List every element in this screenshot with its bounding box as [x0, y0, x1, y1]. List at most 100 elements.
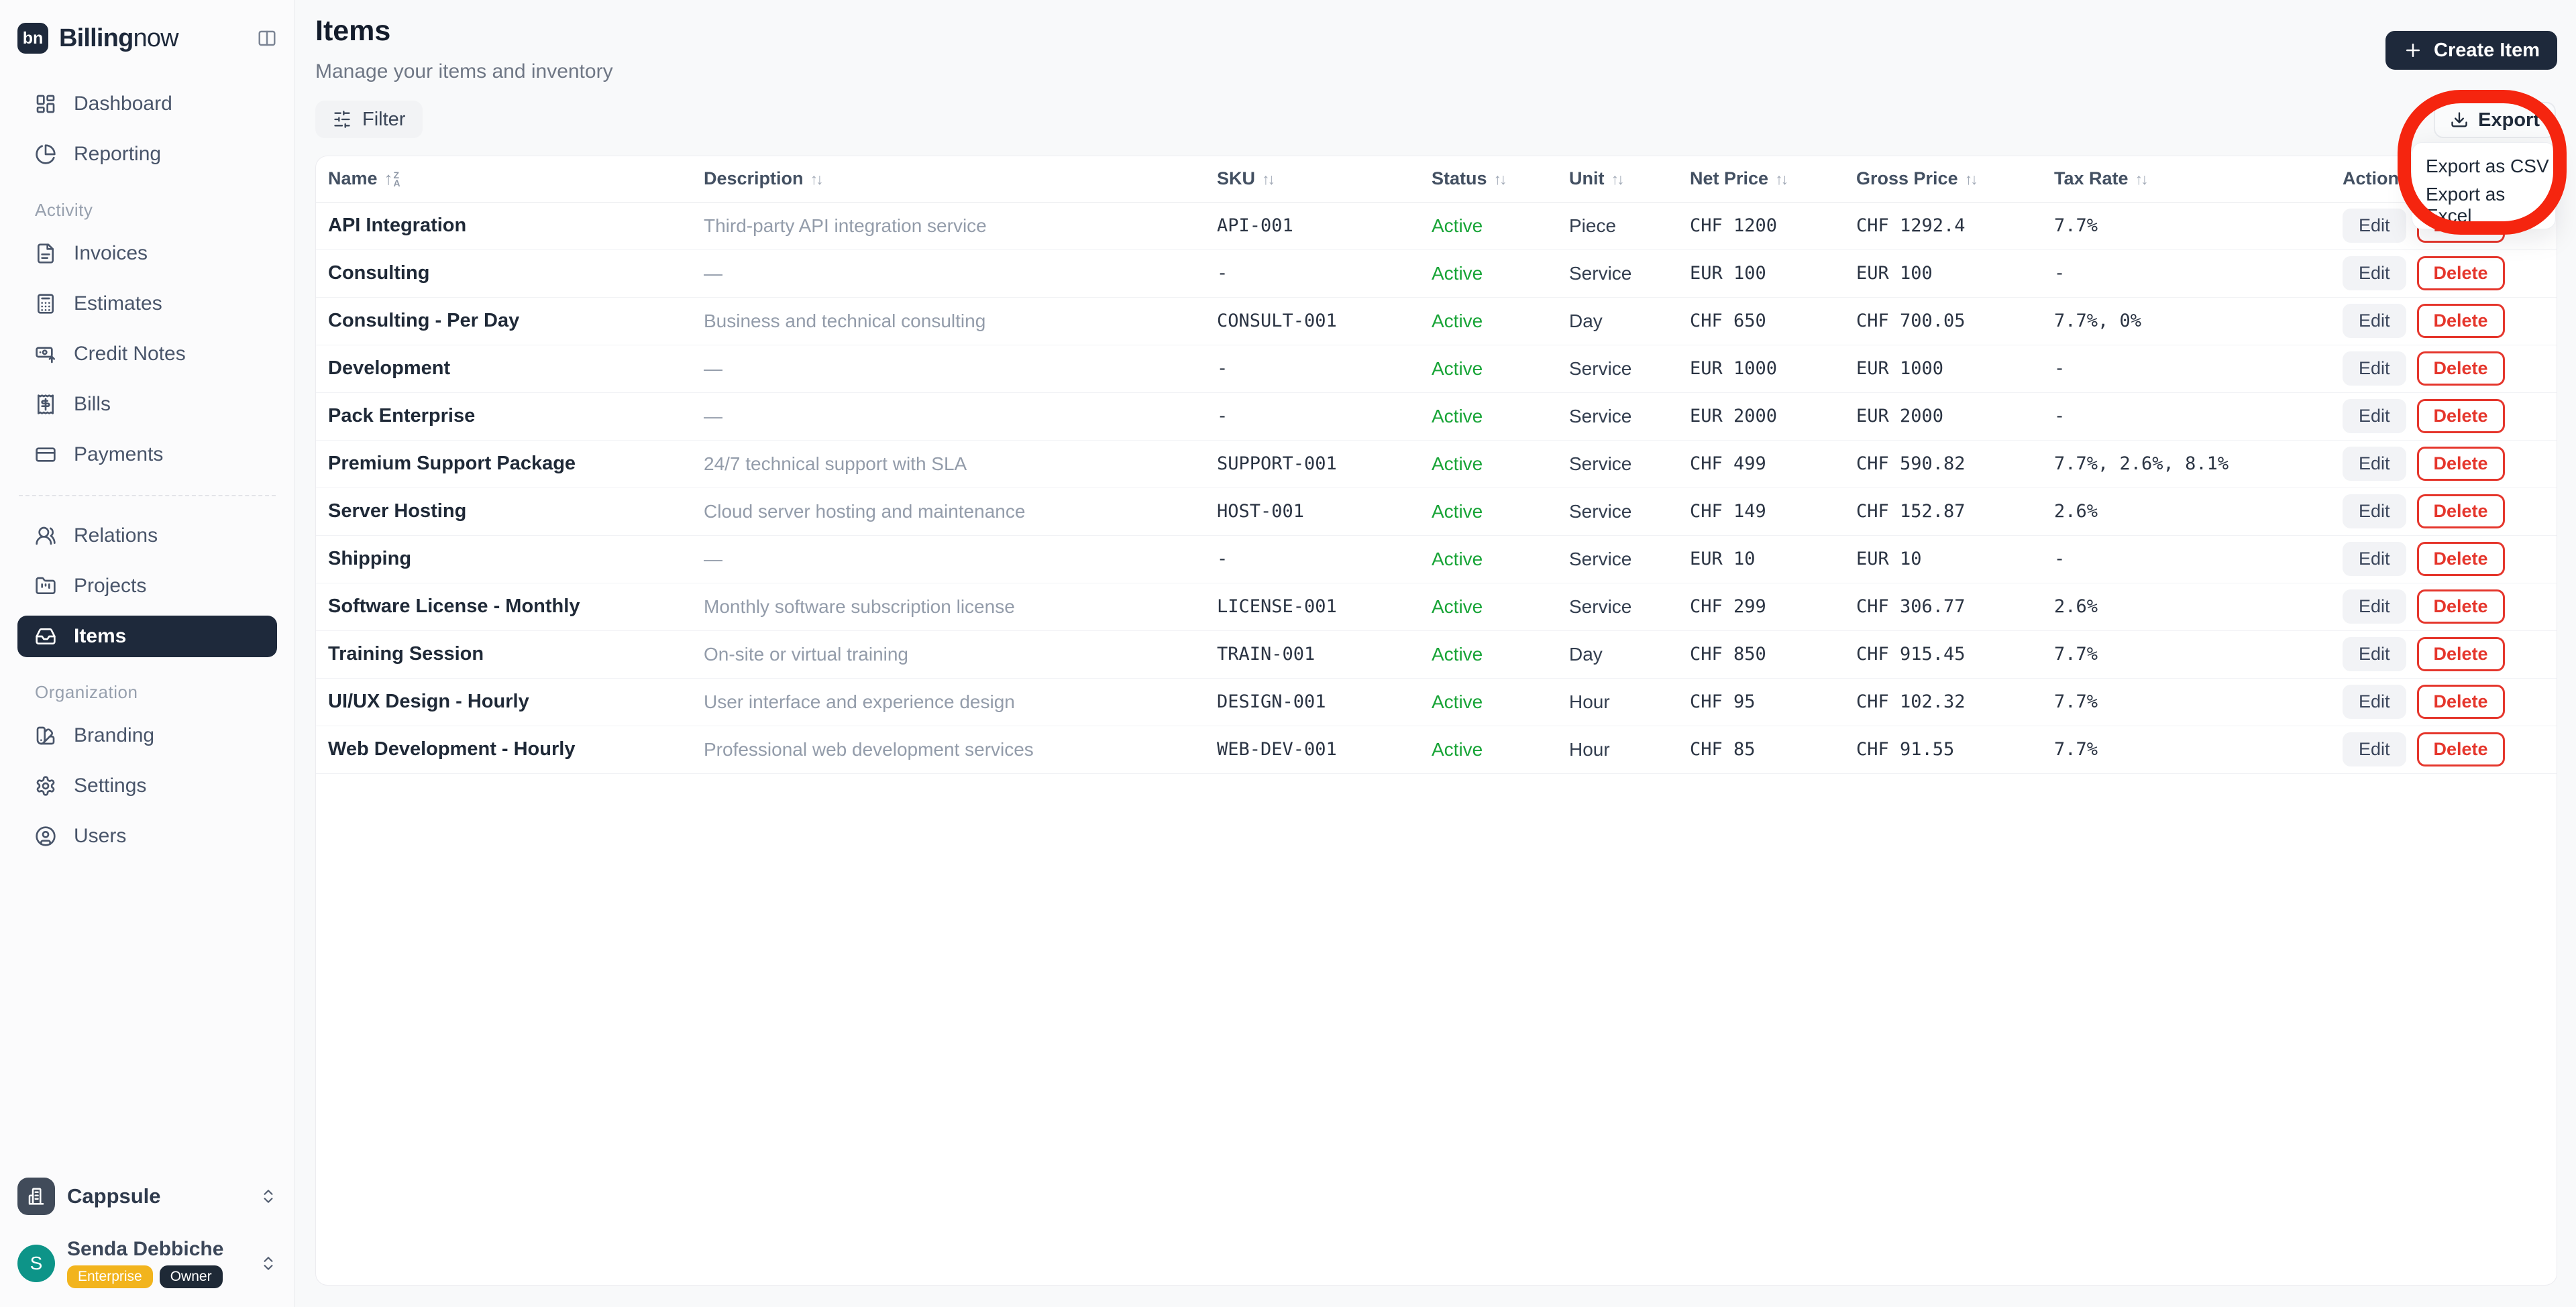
dashboard-icon: [35, 93, 56, 115]
edit-button[interactable]: Edit: [2343, 494, 2406, 528]
user-name: Senda Debbiche: [67, 1238, 223, 1260]
estimates-icon: [35, 293, 56, 315]
item-net-price-cell: EUR 1000: [1678, 345, 1844, 392]
download-icon: [2450, 111, 2469, 129]
sidebar-item-estimates[interactable]: Estimates: [17, 283, 277, 325]
item-net-price-cell: EUR 2000: [1678, 392, 1844, 440]
export-menu-item-excel[interactable]: Export as Excel: [2412, 186, 2555, 225]
sidebar-item-branding[interactable]: Branding: [17, 715, 277, 756]
item-actions-cell: Edit Delete: [2330, 535, 2557, 583]
sidebar-item-bills[interactable]: Bills: [17, 384, 277, 425]
sort-updown-icon: ↑↓: [810, 170, 822, 188]
sidebar-item-users[interactable]: Users: [17, 815, 277, 857]
item-unit-cell: Service: [1557, 440, 1678, 488]
edit-button[interactable]: Edit: [2343, 351, 2406, 386]
edit-button[interactable]: Edit: [2343, 685, 2406, 719]
item-tax-rate-cell: -: [2042, 392, 2330, 440]
edit-button[interactable]: Edit: [2343, 637, 2406, 671]
table-row: UI/UX Design - HourlyUser interface and …: [316, 678, 2557, 726]
table-row: Web Development - HourlyProfessional web…: [316, 726, 2557, 773]
column-header-net_price[interactable]: Net Price↑↓: [1678, 156, 1844, 202]
edit-button[interactable]: Edit: [2343, 732, 2406, 766]
delete-button[interactable]: Delete: [2417, 494, 2505, 528]
column-header-gross_price[interactable]: Gross Price↑↓: [1844, 156, 2042, 202]
item-unit-cell: Piece: [1557, 202, 1678, 249]
column-header-unit[interactable]: Unit↑↓: [1557, 156, 1678, 202]
sort-updown-icon: ↑↓: [1494, 170, 1505, 188]
item-gross-price-cell: CHF 590.82: [1844, 440, 2042, 488]
item-status-cell: Active: [1419, 392, 1557, 440]
sidebar-item-invoices[interactable]: Invoices: [17, 233, 277, 274]
delete-button[interactable]: Delete: [2417, 351, 2505, 386]
sidebar-item-dashboard[interactable]: Dashboard: [17, 83, 277, 125]
edit-button[interactable]: Edit: [2343, 304, 2406, 338]
item-name-cell: Pack Enterprise: [316, 392, 692, 440]
sidebar-item-items[interactable]: Items: [17, 616, 277, 657]
edit-button[interactable]: Edit: [2343, 542, 2406, 576]
table-row: Development—-ActiveServiceEUR 1000EUR 10…: [316, 345, 2557, 392]
sliders-icon: [333, 110, 352, 129]
delete-button[interactable]: Delete: [2417, 685, 2505, 719]
sort-updown-icon: ↑↓: [2135, 170, 2147, 188]
edit-button[interactable]: Edit: [2343, 447, 2406, 481]
edit-button[interactable]: Edit: [2343, 209, 2406, 243]
org-switcher[interactable]: Cappsule: [17, 1178, 277, 1215]
delete-button[interactable]: Delete: [2417, 589, 2505, 624]
item-name-cell: Training Session: [316, 630, 692, 678]
user-menu[interactable]: S Senda Debbiche Enterprise Owner: [17, 1238, 277, 1288]
item-net-price-cell: CHF 85: [1678, 726, 1844, 773]
sidebar-footer: Cappsule S Senda Debbiche Enterprise Own…: [17, 1178, 277, 1288]
sidebar-item-payments[interactable]: Payments: [17, 434, 277, 475]
section-label-organization: Organization: [17, 682, 277, 703]
delete-button[interactable]: Delete: [2417, 256, 2505, 290]
delete-button[interactable]: Delete: [2417, 399, 2505, 433]
create-item-button[interactable]: Create Item: [2385, 31, 2557, 70]
items-table: Name↑ZADescription↑↓SKU↑↓Status↑↓Unit↑↓N…: [316, 156, 2557, 774]
sidebar-item-projects[interactable]: Projects: [17, 565, 277, 607]
sidebar-item-relations[interactable]: Relations: [17, 515, 277, 557]
page-title: Items: [315, 15, 390, 48]
sidebar-item-label: Users: [74, 825, 126, 848]
delete-button[interactable]: Delete: [2417, 732, 2505, 766]
column-header-name[interactable]: Name↑ZA: [316, 156, 692, 202]
edit-button[interactable]: Edit: [2343, 589, 2406, 624]
sidebar-item-settings[interactable]: Settings: [17, 765, 277, 807]
column-header-description[interactable]: Description↑↓: [692, 156, 1205, 202]
item-gross-price-cell: CHF 915.45: [1844, 630, 2042, 678]
delete-button[interactable]: Delete: [2417, 637, 2505, 671]
table-row: Shipping—-ActiveServiceEUR 10EUR 10-Edit…: [316, 535, 2557, 583]
item-net-price-cell: CHF 299: [1678, 583, 1844, 630]
item-status-cell: Active: [1419, 583, 1557, 630]
sidebar-item-label: Credit Notes: [74, 343, 186, 365]
column-header-sku[interactable]: SKU↑↓: [1205, 156, 1419, 202]
sidebar-item-reporting[interactable]: Reporting: [17, 133, 277, 175]
table-row: API IntegrationThird-party API integrati…: [316, 202, 2557, 249]
sidebar-collapse-icon[interactable]: [257, 28, 277, 48]
delete-button[interactable]: Delete: [2417, 447, 2505, 481]
delete-button[interactable]: Delete: [2417, 304, 2505, 338]
edit-button[interactable]: Edit: [2343, 399, 2406, 433]
sidebar-item-credit-notes[interactable]: Credit Notes: [17, 333, 277, 375]
delete-button[interactable]: Delete: [2417, 542, 2505, 576]
column-header-status[interactable]: Status↑↓: [1419, 156, 1557, 202]
item-unit-cell: Hour: [1557, 726, 1678, 773]
item-net-price-cell: EUR 100: [1678, 249, 1844, 297]
item-net-price-cell: CHF 149: [1678, 488, 1844, 535]
item-status-cell: Active: [1419, 202, 1557, 249]
item-name-cell: UI/UX Design - Hourly: [316, 678, 692, 726]
item-tax-rate-cell: 7.7%: [2042, 678, 2330, 726]
table-row: Consulting - Per DayBusiness and technic…: [316, 297, 2557, 345]
filter-button[interactable]: Filter: [315, 101, 423, 138]
table-header-row: Name↑ZADescription↑↓SKU↑↓Status↑↓Unit↑↓N…: [316, 156, 2557, 202]
item-actions-cell: Edit Delete: [2330, 726, 2557, 773]
edit-button[interactable]: Edit: [2343, 256, 2406, 290]
page-subtitle: Manage your items and inventory: [315, 60, 613, 83]
export-menu-item-csv[interactable]: Export as CSV: [2412, 147, 2555, 186]
item-status-cell: Active: [1419, 488, 1557, 535]
item-actions-cell: Edit Delete: [2330, 583, 2557, 630]
item-gross-price-cell: CHF 91.55: [1844, 726, 2042, 773]
table-row: Pack Enterprise—-ActiveServiceEUR 2000EU…: [316, 392, 2557, 440]
item-status-cell: Active: [1419, 345, 1557, 392]
column-header-tax_rate[interactable]: Tax Rate↑↓: [2042, 156, 2330, 202]
export-button[interactable]: Export: [2434, 102, 2556, 138]
